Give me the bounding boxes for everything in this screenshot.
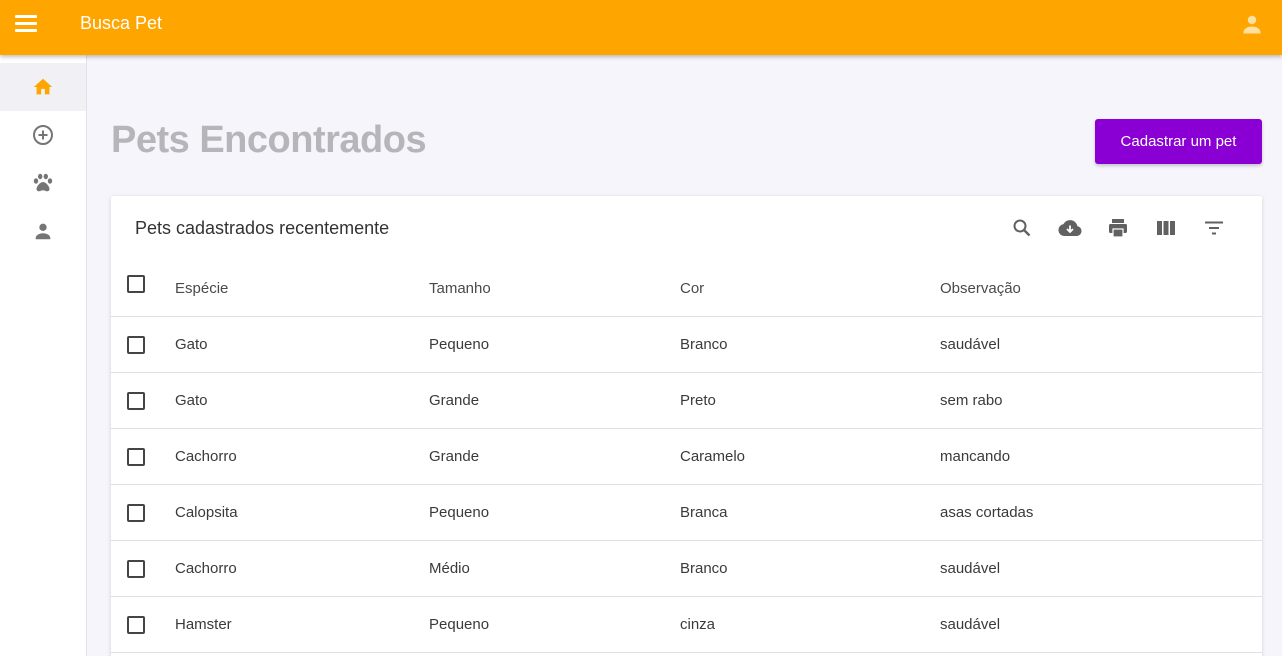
table-row[interactable]: Cachorro Médio Branco saudável xyxy=(111,541,1262,597)
download-icon[interactable] xyxy=(1058,216,1082,240)
row-checkbox[interactable] xyxy=(127,504,145,522)
cell-observacao: saudável xyxy=(940,336,1001,353)
cell-cor: cinza xyxy=(680,616,716,633)
cell-observacao: sem rabo xyxy=(940,392,1003,409)
cell-cor: Branco xyxy=(680,560,728,577)
app-title: Busca Pet xyxy=(80,13,163,33)
cell-tamanho: Pequeno xyxy=(429,336,490,353)
cell-especie: Cachorro xyxy=(175,448,237,465)
cell-observacao: asas cortadas xyxy=(940,504,1034,521)
account-icon[interactable] xyxy=(1240,12,1264,36)
cell-especie: Calopsita xyxy=(175,504,238,521)
cell-cor: Caramelo xyxy=(680,448,746,465)
menu-icon[interactable] xyxy=(12,11,40,35)
table-row[interactable]: Cachorro Grande Caramelo mancando xyxy=(111,429,1262,485)
sidebar xyxy=(0,55,87,656)
cell-tamanho: Pequeno xyxy=(429,504,490,521)
sidebar-item-home[interactable] xyxy=(0,63,86,111)
pets-table-card: Pets cadastrados recentemente Espécie Ta… xyxy=(111,196,1262,656)
add-circle-icon xyxy=(33,125,53,145)
page-title: Pets Encontrados xyxy=(111,119,427,161)
table-header: Espécie Tamanho Cor Observação xyxy=(111,260,1262,317)
cell-especie: Gato xyxy=(175,336,208,353)
row-checkbox[interactable] xyxy=(127,336,145,354)
person-icon xyxy=(35,223,51,240)
column-header-tamanho[interactable]: Tamanho xyxy=(429,260,491,316)
cell-tamanho: Pequeno xyxy=(429,616,490,633)
search-icon[interactable] xyxy=(1010,216,1034,240)
column-header-observacao[interactable]: Observação xyxy=(940,260,1021,316)
select-all-checkbox[interactable] xyxy=(127,275,145,293)
table-row[interactable]: Calopsita Pequeno Branca asas cortadas xyxy=(111,485,1262,541)
cell-observacao: saudável xyxy=(940,560,1001,577)
paw-icon xyxy=(33,173,53,192)
sidebar-item-pets[interactable] xyxy=(0,159,86,207)
table-title: Pets cadastrados recentemente xyxy=(135,218,390,238)
cell-cor: Preto xyxy=(680,392,716,409)
row-checkbox[interactable] xyxy=(127,392,145,410)
row-checkbox[interactable] xyxy=(127,560,145,578)
columns-icon[interactable] xyxy=(1154,216,1178,240)
row-checkbox[interactable] xyxy=(127,448,145,466)
print-icon[interactable] xyxy=(1106,216,1130,240)
table-row[interactable]: Gato Pequeno Branco saudável xyxy=(111,317,1262,373)
register-pet-button[interactable]: Cadastrar um pet xyxy=(1095,119,1262,164)
sidebar-item-profile[interactable] xyxy=(0,207,86,255)
filter-icon[interactable] xyxy=(1202,216,1226,240)
cell-especie: Hamster xyxy=(175,616,232,633)
cell-observacao: mancando xyxy=(940,448,1011,465)
cell-tamanho: Grande xyxy=(429,448,480,465)
table-row[interactable]: Hamster Pequeno cinza saudável xyxy=(111,597,1262,653)
column-header-especie[interactable]: Espécie xyxy=(175,260,228,316)
row-checkbox[interactable] xyxy=(127,616,145,634)
column-header-cor[interactable]: Cor xyxy=(680,260,704,316)
home-icon xyxy=(33,78,53,95)
cell-observacao: saudável xyxy=(940,616,1001,633)
table-row[interactable]: Gato Grande Preto sem rabo xyxy=(111,373,1262,429)
sidebar-item-add[interactable] xyxy=(0,111,86,159)
cell-tamanho: Médio xyxy=(429,560,470,577)
app-bar: Busca Pet xyxy=(0,0,1282,55)
cell-especie: Cachorro xyxy=(175,560,237,577)
cell-cor: Branca xyxy=(680,504,728,521)
cell-especie: Gato xyxy=(175,392,208,409)
cell-tamanho: Grande xyxy=(429,392,480,409)
cell-cor: Branco xyxy=(680,336,728,353)
